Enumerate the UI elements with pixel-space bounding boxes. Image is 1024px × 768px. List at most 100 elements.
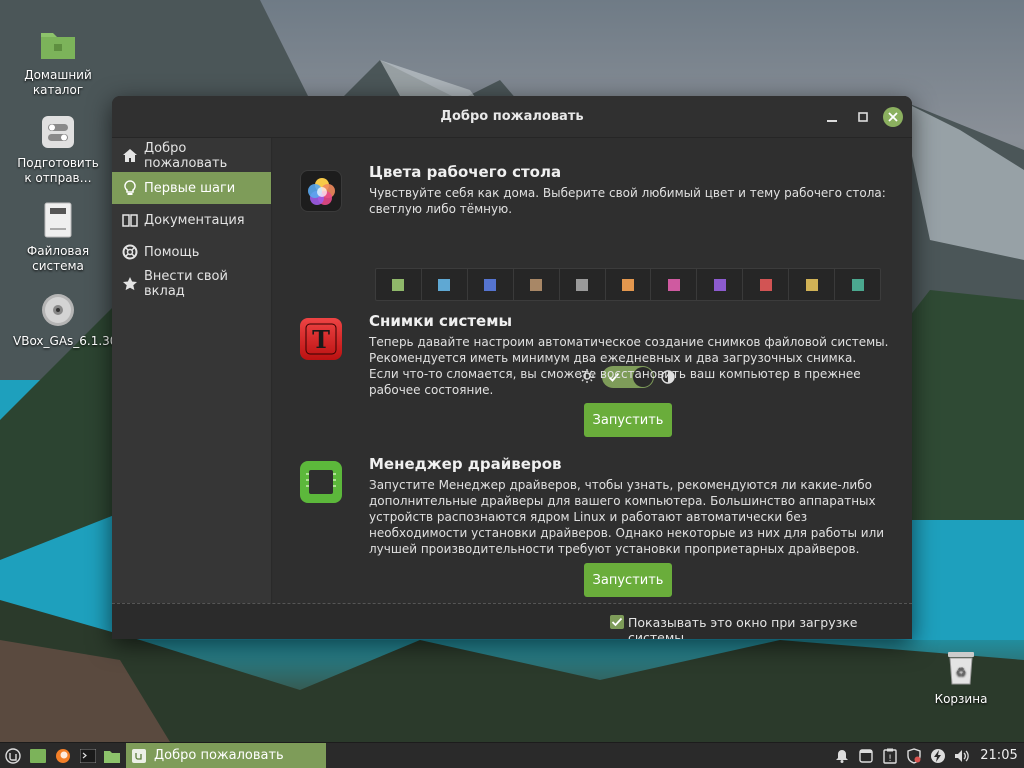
folder-icon	[38, 24, 78, 64]
book-icon	[122, 214, 138, 227]
color-swatch[interactable]	[651, 269, 698, 300]
color-swatch[interactable]	[560, 269, 606, 300]
window-title: Добро пожаловать	[440, 109, 584, 124]
desktop-icon-prepare[interactable]: Подготовить к отправ…	[13, 112, 103, 186]
sidebar-item-label: Документация	[144, 212, 245, 228]
swatch-red	[759, 278, 772, 291]
swatch-brown	[530, 278, 543, 291]
clipboard-icon: !	[883, 748, 897, 764]
window-footer: Показывать это окно при загрузке системы	[112, 603, 912, 639]
update-manager-button[interactable]: !	[878, 743, 902, 768]
desktop-icon-label: Файловая система	[26, 244, 90, 273]
bell-icon	[836, 749, 848, 763]
sidebar-item-label: Добро пожаловать	[144, 141, 228, 171]
colors-text: Чувствуйте себя как дома. Выберите свой …	[369, 186, 886, 216]
color-swatch[interactable]	[743, 269, 790, 300]
launch-driver-manager-button[interactable]: Запустить	[584, 563, 672, 597]
driver-manager-icon	[300, 461, 342, 503]
lifebuoy-icon	[122, 244, 138, 260]
clock[interactable]: 21:05	[974, 743, 1024, 768]
terminal-launcher[interactable]	[76, 743, 100, 768]
swatch-blue	[484, 278, 497, 291]
desktop-icon-label: VBox_GAs_6.1.30	[13, 334, 118, 348]
desktop-icon-label: Корзина	[934, 692, 988, 706]
svg-text:!: !	[888, 754, 892, 764]
sidebar-item-contribute[interactable]: Внести свой вклад	[112, 268, 271, 300]
colors-title: Цвета рабочего стола	[369, 163, 562, 181]
notifications-button[interactable]	[830, 743, 854, 768]
security-button[interactable]	[902, 743, 926, 768]
color-swatch[interactable]	[468, 269, 514, 300]
trash-icon: ♻	[941, 648, 981, 688]
sidebar-item-label: Первые шаги	[144, 180, 236, 196]
window-titlebar[interactable]: Добро пожаловать	[112, 96, 912, 138]
color-swatch[interactable]	[422, 269, 468, 300]
lightning-icon	[931, 748, 945, 763]
svg-text:T: T	[312, 325, 330, 354]
drivers-text: Запустите Менеджер драйверов, чтобы узна…	[369, 478, 885, 556]
mint-logo-icon	[5, 747, 21, 764]
swatch-orange	[621, 278, 634, 291]
minimize-button[interactable]	[822, 107, 842, 127]
swatch-pink	[667, 278, 680, 291]
check-icon	[611, 617, 623, 627]
color-palette-icon	[300, 170, 342, 212]
close-button[interactable]	[883, 107, 903, 127]
desktop-icon-label: Подготовить к отправ…	[17, 156, 99, 185]
sidebar-item-welcome[interactable]: Добро пожаловать	[112, 140, 271, 172]
menu-button[interactable]	[0, 743, 26, 768]
sidebar-item-label: Помощь	[144, 244, 200, 260]
mint-welcome-icon	[132, 748, 146, 763]
drivers-title: Менеджер драйверов	[369, 455, 562, 473]
show-desktop-button[interactable]	[26, 743, 50, 768]
window-list-button[interactable]	[854, 743, 878, 768]
drive-icon	[38, 200, 78, 240]
color-swatch[interactable]	[606, 269, 652, 300]
desktop-icon-vbox[interactable]: VBox_GAs_6.1.30	[13, 290, 118, 349]
sidebar-item-documentation[interactable]: Документация	[112, 204, 271, 236]
volume-button[interactable]	[950, 743, 974, 768]
show-on-startup-checkbox[interactable]	[610, 615, 624, 629]
color-swatch[interactable]	[514, 269, 560, 300]
desktop-icon-trash[interactable]: ♻ Корзина	[916, 648, 1006, 707]
color-swatch[interactable]	[789, 269, 836, 300]
lightbulb-icon	[124, 180, 136, 195]
desktop-icon-home[interactable]: Домашний каталог	[13, 24, 103, 98]
color-swatch[interactable]	[376, 269, 422, 300]
taskbar-window-label: Добро пожаловать	[154, 748, 284, 763]
swatch-aqua	[438, 278, 451, 291]
star-icon	[123, 277, 137, 291]
clock-text: 21:05	[980, 748, 1018, 763]
taskbar-window-welcome[interactable]: Добро пожаловать	[126, 742, 326, 768]
launch-timeshift-button[interactable]: Запустить	[584, 403, 672, 437]
sidebar-item-first-steps[interactable]: Первые шаги	[112, 172, 271, 204]
timeshift-icon: T	[300, 318, 342, 360]
sidebar-item-label: Внести свой вклад	[144, 269, 228, 299]
home-icon	[123, 149, 137, 162]
welcome-window: Добро пожаловать Добро пожаловать Первые…	[112, 96, 912, 639]
content-pane: Цвета рабочего стола Чувствуйте себя как…	[273, 138, 912, 603]
firefox-launcher[interactable]	[50, 743, 76, 768]
color-swatch[interactable]	[697, 269, 744, 300]
speaker-icon	[955, 749, 969, 762]
maximize-button[interactable]	[853, 107, 873, 127]
window-icon	[859, 748, 873, 763]
minimize-icon	[827, 120, 837, 122]
sidebar-item-help[interactable]: Помощь	[112, 236, 271, 268]
swatch-sand	[805, 278, 818, 291]
swatch-purple	[713, 278, 726, 291]
folder-icon	[104, 750, 120, 763]
maximize-icon	[858, 112, 868, 122]
timeshift-text: Теперь давайте настроим автоматическое с…	[369, 335, 889, 397]
taskbar: Добро пожаловать ! 21:05	[0, 742, 1024, 768]
color-swatch[interactable]	[835, 269, 880, 300]
desktop-icon-filesystem[interactable]: Файловая система	[13, 200, 103, 274]
color-swatches	[375, 268, 881, 301]
files-launcher[interactable]	[100, 743, 124, 768]
firefox-icon	[56, 748, 70, 763]
swatch-teal	[851, 278, 864, 291]
power-button[interactable]	[926, 743, 950, 768]
show-on-startup-label[interactable]: Показывать это окно при загрузке системы	[628, 615, 912, 639]
svg-text:♻: ♻	[956, 665, 967, 679]
close-icon	[888, 112, 898, 122]
